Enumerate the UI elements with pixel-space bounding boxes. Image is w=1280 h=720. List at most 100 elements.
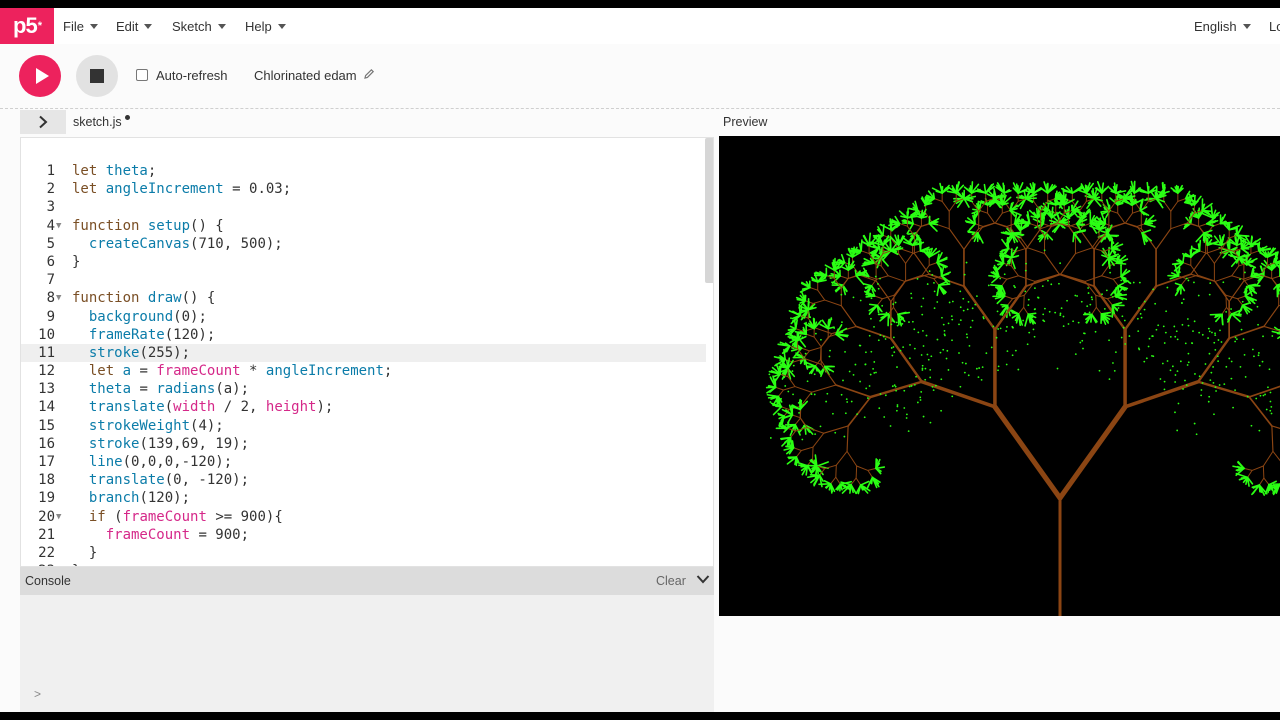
console-panel: Console Clear > (20, 567, 714, 712)
line-number: 1 (46, 163, 55, 179)
language-label: English (1194, 18, 1237, 34)
preview-canvas[interactable] (719, 136, 1280, 616)
code-line[interactable]: 18 translate(0, -120); (21, 471, 706, 489)
code-text: let theta; (72, 163, 157, 179)
toolbar: Auto-refresh Chlorinated edam (0, 44, 1280, 109)
p5-editor-app: p5 * File Edit Sketch Help English Lo Aut… (0, 8, 1280, 712)
code-line[interactable]: 13 theta = radians(a); (21, 380, 706, 398)
menu-sketch[interactable]: Sketch (172, 8, 226, 44)
code-line[interactable]: 5 createCanvas(710, 500); (21, 235, 706, 253)
code-line[interactable]: 19 branch(120); (21, 489, 706, 507)
menu-edit[interactable]: Edit (116, 8, 153, 44)
code-text: } (72, 253, 81, 270)
chevron-right-icon (39, 115, 48, 129)
fractal-tree-drawing (765, 180, 1280, 616)
code-line[interactable]: 15 strokeWeight(4); (21, 417, 706, 435)
line-number: 8 (46, 290, 55, 307)
chevron-down-icon (1242, 23, 1251, 29)
code-text: createCanvas(710, 500); (88, 235, 283, 252)
menu-file[interactable]: File (63, 8, 98, 44)
preview-label: Preview (723, 115, 768, 129)
code-text: translate(0, -120); (88, 472, 250, 489)
line-number: 20 (38, 508, 55, 525)
line-number: 6 (46, 253, 55, 270)
code-text: if (frameCount >= 900){ (88, 508, 283, 525)
expand-sidebar-button[interactable] (20, 110, 66, 134)
play-button[interactable] (19, 55, 61, 97)
logo-asterisk: * (37, 20, 42, 32)
code-text: strokeWeight(4); (88, 417, 224, 434)
stop-button[interactable] (76, 55, 118, 97)
fold-arrow-icon[interactable]: ▼ (56, 508, 61, 526)
menu-edit-label: Edit (116, 18, 139, 34)
line-number: 19 (38, 490, 55, 507)
login-label: Lo (1269, 18, 1280, 34)
code-text: line(0,0,0,-120); (88, 454, 233, 470)
line-number: 10 (38, 326, 55, 343)
code-text: translate(width / 2, height); (88, 399, 334, 416)
code-line[interactable]: 17 line(0,0,0,-120); (21, 453, 706, 471)
code-editor[interactable]: 1 let theta; 2 let angleIncrement = 0.03; 3 4… (20, 137, 714, 567)
code-text: frameRate(120); (88, 326, 216, 343)
logo-text: p5 (13, 13, 38, 38)
code-line[interactable]: 7 (21, 271, 706, 289)
line-number: 12 (38, 363, 55, 380)
editor-scrollbar[interactable] (705, 138, 713, 283)
code-text: let a = frameCount * angleIncrement; (88, 363, 393, 380)
chevron-down-icon (277, 23, 286, 29)
auto-refresh-checkbox[interactable] (136, 69, 148, 81)
code-line[interactable]: 8 ▼ function draw() { (21, 289, 706, 307)
console-clear-button[interactable]: Clear (656, 574, 686, 588)
unsaved-dot-icon (125, 115, 130, 120)
sketch-name[interactable]: Chlorinated edam (254, 68, 357, 83)
menu-help-label: Help (245, 18, 272, 34)
code-line[interactable]: 10 frameRate(120); (21, 326, 706, 344)
code-text: stroke(139,69, 19); (88, 435, 250, 452)
code-line[interactable]: 21 frameCount = 900; (21, 526, 706, 544)
fold-arrow-icon[interactable]: ▼ (56, 289, 61, 307)
login-link[interactable]: Lo (1269, 8, 1280, 44)
auto-refresh-label[interactable]: Auto-refresh (156, 68, 228, 83)
code-lines[interactable]: 1 let theta; 2 let angleIncrement = 0.03; 3 4… (21, 162, 706, 566)
file-tab-sketch-js[interactable]: sketch.js (73, 115, 122, 129)
line-number: 7 (46, 272, 55, 289)
code-line[interactable]: 4 ▼ function setup() { (21, 217, 706, 235)
menu-sketch-label: Sketch (172, 18, 212, 34)
code-text: frameCount = 900; (105, 526, 250, 543)
code-text: function setup() { (72, 217, 224, 234)
line-number: 9 (46, 308, 55, 325)
code-line[interactable]: 11 stroke(255); (21, 343, 706, 363)
code-line[interactable]: 6} (21, 253, 706, 271)
top-nav: p5 * File Edit Sketch Help English Lo (0, 8, 1280, 45)
pencil-icon[interactable] (363, 68, 375, 83)
p5-logo[interactable]: p5 * (0, 8, 54, 44)
chevron-down-icon (144, 23, 153, 29)
console-title: Console (25, 574, 71, 588)
code-line[interactable]: 9 background(0); (21, 308, 706, 326)
code-line[interactable]: 16 stroke(139,69, 19); (21, 435, 706, 453)
menu-file-label: File (63, 18, 84, 34)
line-number: 2 (46, 181, 55, 198)
code-line[interactable]: 2 let angleIncrement = 0.03; (21, 180, 706, 198)
stop-icon (90, 69, 104, 83)
menu-help[interactable]: Help (245, 8, 286, 44)
code-line[interactable]: 14 translate(width / 2, height); (21, 398, 706, 416)
code-line[interactable]: 12 let a = frameCount * angleIncrement; (21, 362, 706, 380)
line-number: 16 (38, 435, 55, 452)
code-line[interactable]: 22 } (21, 544, 706, 562)
code-text: function draw() { (72, 290, 216, 307)
chevron-down-icon[interactable] (696, 572, 710, 586)
fold-arrow-icon[interactable]: ▼ (56, 217, 61, 235)
console-header: Console Clear (20, 567, 714, 595)
code-text: } (72, 544, 98, 561)
code-text: background(0); (88, 308, 207, 325)
line-number: 18 (38, 472, 55, 489)
code-line[interactable]: 3 (21, 198, 706, 216)
code-line[interactable]: 20 ▼ if (frameCount >= 900){ (21, 508, 706, 526)
console-prompt[interactable]: > (34, 687, 41, 701)
code-line[interactable]: 1 let theta; (21, 162, 706, 180)
code-text: let angleIncrement = 0.03; (72, 181, 292, 198)
code-text: theta = radians(a); (88, 381, 250, 398)
line-number: 4 (46, 217, 55, 234)
language-selector[interactable]: English (1194, 8, 1251, 44)
